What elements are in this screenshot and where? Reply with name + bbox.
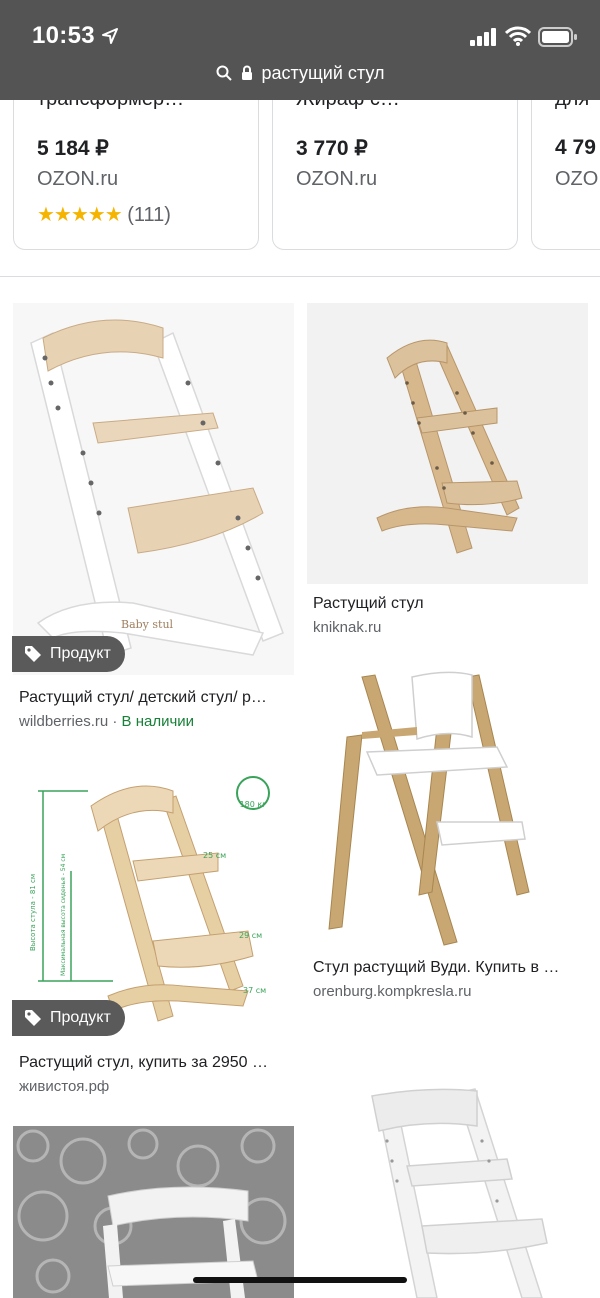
result-caption[interactable]: Растущий стул, купить за 2950 …	[19, 1054, 294, 1072]
badge-label: Продукт	[50, 1009, 111, 1026]
location-arrow-icon	[102, 28, 118, 44]
white-chair-patterned-wall-image	[13, 1126, 294, 1298]
product-rating: ★★★★★ (111)	[37, 202, 171, 227]
result-caption[interactable]: Стул растущий Вуди. Купить в …	[313, 959, 588, 977]
status-and-url-bar: 10:53 растущий стул	[0, 0, 600, 100]
battery-icon	[538, 27, 577, 47]
section-divider	[0, 276, 600, 277]
in-stock-label: В наличии	[121, 713, 195, 730]
result-source: wildberries.ru · В наличии	[19, 713, 194, 730]
dimension-label: Высота стула - 81 см	[29, 874, 37, 951]
woody-chair-image	[307, 667, 588, 948]
result-caption[interactable]: Растущий стул	[313, 595, 588, 613]
weight-limit-label: 180 кг	[240, 800, 267, 809]
lock-icon	[241, 65, 252, 81]
plywood-growing-chair-image	[307, 303, 588, 584]
tag-icon	[25, 646, 41, 662]
result-image[interactable]	[307, 303, 588, 584]
dimension-label: 29 см	[239, 931, 262, 940]
source-domain: wildberries.ru	[19, 713, 109, 730]
dimension-label: 25 см	[203, 851, 226, 860]
product-price: 3 770 ₽	[296, 137, 368, 160]
url-bar[interactable]: растущий стул	[0, 62, 600, 84]
chair-logo-text: Baby stul	[121, 618, 174, 631]
wifi-icon	[505, 26, 531, 46]
dimension-label: 37 см	[243, 986, 266, 995]
result-caption[interactable]: Растущий стул/ детский стул/ р…	[19, 689, 294, 707]
badge-label: Продукт	[50, 645, 111, 662]
star-rating-icon: ★★★★★	[37, 204, 123, 226]
result-source: живистоя.рф	[19, 1078, 110, 1095]
product-store: OZON.ru	[37, 168, 119, 190]
home-indicator[interactable]	[193, 1277, 407, 1283]
result-image[interactable]	[307, 1031, 588, 1298]
result-source: orenburg.kompkresla.ru	[313, 983, 472, 1000]
search-icon	[216, 65, 232, 81]
product-store: OZON.ru	[296, 168, 378, 190]
source-separator: ·	[108, 713, 122, 730]
product-badge: Продукт	[12, 636, 125, 672]
product-store: OZO	[555, 168, 599, 190]
cellular-signal-icon	[470, 28, 496, 46]
white-growing-chair-image: Baby stul	[13, 303, 294, 675]
product-price: 5 184 ₽	[37, 137, 109, 160]
product-badge: Продукт	[12, 1000, 125, 1036]
status-time: 10:53	[32, 22, 95, 49]
product-price: 4 79	[555, 136, 596, 159]
url-query: растущий стул	[261, 62, 385, 83]
result-source: kniknak.ru	[313, 619, 382, 636]
white-growing-chair-image	[307, 1031, 588, 1298]
result-image[interactable]: Baby stul	[13, 303, 294, 675]
dimension-label: Максимальная высота сиденья - 54 см	[60, 854, 67, 976]
tag-icon	[25, 1010, 41, 1026]
result-image[interactable]	[13, 1126, 294, 1298]
result-image[interactable]	[307, 667, 588, 948]
review-count: (111)	[127, 204, 171, 226]
